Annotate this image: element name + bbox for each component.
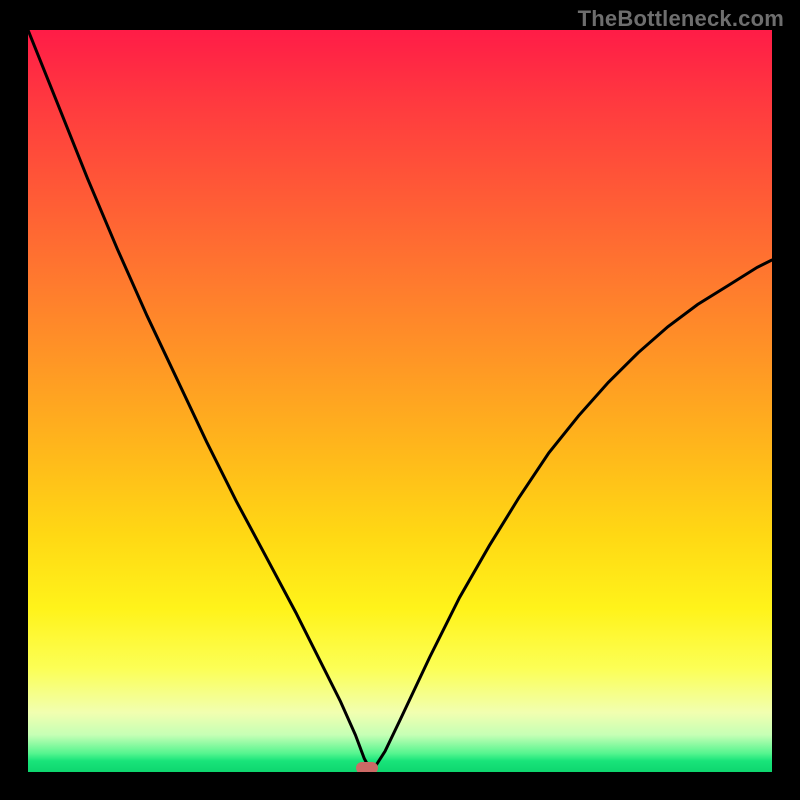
curve-svg <box>28 30 772 772</box>
plot-area <box>28 30 772 772</box>
watermark-text: TheBottleneck.com <box>578 6 784 32</box>
bottleneck-curve <box>28 30 772 772</box>
minimum-marker <box>356 762 378 772</box>
chart-frame: TheBottleneck.com <box>0 0 800 800</box>
